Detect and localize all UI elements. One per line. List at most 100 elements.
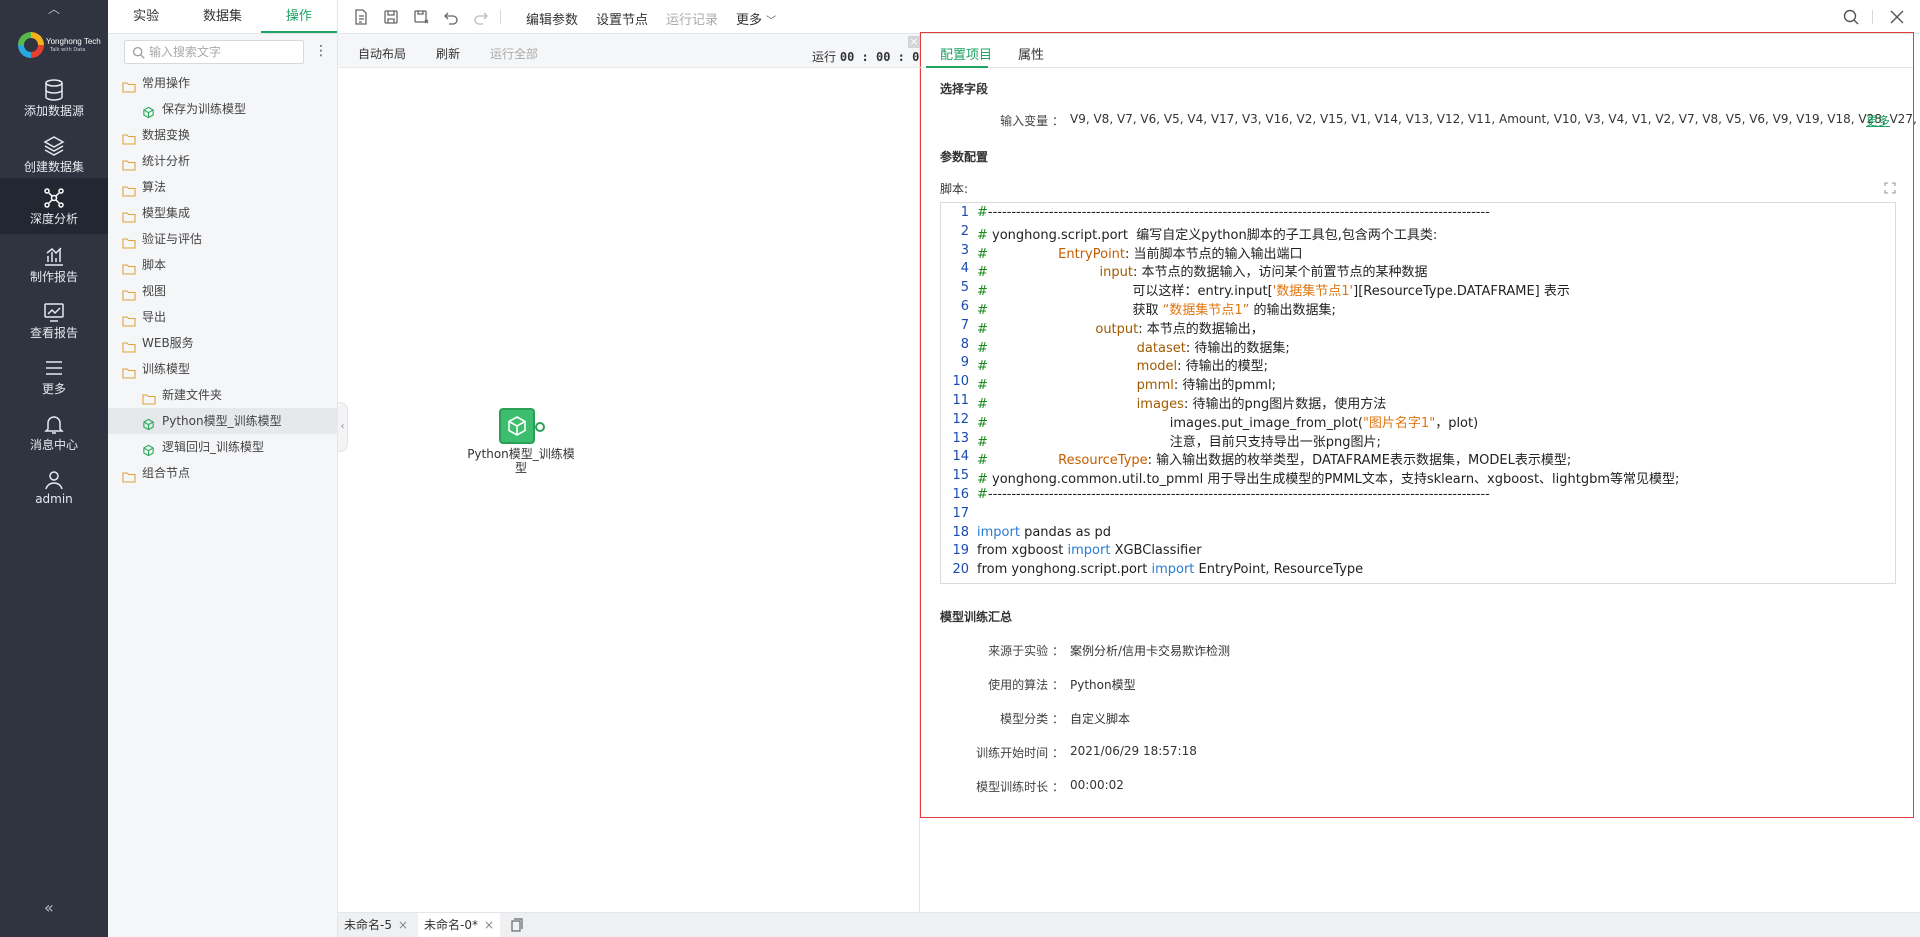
nav-item-deep-analysis[interactable]: 深度分析 <box>0 178 108 234</box>
code-line: # EntryPoint: 当前脚本节点的输入输出端口 <box>977 246 1303 262</box>
bell-icon <box>44 416 64 434</box>
experiment-canvas[interactable]: 自动布局 刷新 运行全部 运行 00 : 00 : 00 × ‹ Python模… <box>338 34 927 912</box>
chevron-down-icon: ﹀ <box>766 16 777 27</box>
line-number: 15 <box>952 468 969 484</box>
search-icon[interactable] <box>1842 8 1860 26</box>
tree-item[interactable]: Python模型_训练模型 <box>108 408 338 434</box>
top-toolbar: 编辑参数 设置节点 运行记录 更多 ﹀ <box>338 0 1920 34</box>
tab-experiment[interactable]: 实验 <box>108 0 184 33</box>
close-icon[interactable] <box>1888 8 1906 26</box>
undo-icon[interactable] <box>442 8 460 26</box>
code-line: #---------------------------------------… <box>977 487 1490 502</box>
nav-label: 制作报告 <box>29 270 78 284</box>
tree-folder[interactable]: 组合节点 <box>108 460 338 486</box>
set-node-button[interactable]: 设置节点 <box>596 9 648 28</box>
auto-layout-button[interactable]: 自动布局 <box>358 45 406 62</box>
active-tab-indicator <box>926 66 988 68</box>
tab-config-items[interactable]: 配置项目 <box>940 44 992 63</box>
tree-folder[interactable]: 验证与评估 <box>108 226 338 252</box>
close-icon[interactable]: × <box>484 918 494 932</box>
tree-folder[interactable]: 导出 <box>108 304 338 330</box>
copy-icon[interactable] <box>510 918 524 932</box>
chevron-up-icon[interactable]: ︿ <box>46 0 62 16</box>
nav-item-more[interactable]: 更多 <box>0 348 108 404</box>
run-log-button[interactable]: 运行记录 <box>666 9 718 28</box>
summary-value: Python模型 <box>1070 678 1136 692</box>
code-line: # model: 待输出的模型; <box>977 359 1269 375</box>
input-variables-value: V9, V8, V7, V6, V5, V4, V17, V3, V16, V2… <box>1070 112 1920 126</box>
operations-panel: 实验 数据集 操作 ⋮ 常用操作保存为训练模型数据变换统计分析算法模型集成验证与… <box>108 0 338 937</box>
python-model-node[interactable] <box>499 408 535 444</box>
tree-label: 算法 <box>142 180 167 194</box>
run-timer: 运行 00 : 00 : 00 <box>812 48 927 65</box>
line-number: 20 <box>952 562 969 578</box>
line-number: 13 <box>952 430 969 446</box>
tree-label: 验证与评估 <box>142 232 203 246</box>
toolbar-divider <box>500 10 501 24</box>
tab-operations[interactable]: 操作 <box>260 0 337 33</box>
tree-item[interactable]: 保存为训练模型 <box>108 96 338 122</box>
script-editor[interactable]: 1 #--------------------------------------… <box>940 202 1896 584</box>
tree-folder[interactable]: 脚本 <box>108 252 338 278</box>
edit-params-button[interactable]: 编辑参数 <box>526 9 578 28</box>
code-line: # pmml: 待输出的pmml; <box>977 378 1276 394</box>
database-icon <box>45 79 63 101</box>
doc-tab[interactable]: 未命名-5 × <box>338 913 414 937</box>
close-icon[interactable]: × <box>398 918 408 932</box>
tree-folder[interactable]: 训练模型 <box>108 356 338 382</box>
tab-dataset[interactable]: 数据集 <box>184 0 260 33</box>
save-icon[interactable] <box>382 8 400 26</box>
tree-folder[interactable]: 视图 <box>108 278 338 304</box>
more-dropdown[interactable]: 更多 ﹀ <box>736 9 776 28</box>
summary-key: 来源于实验 ： <box>988 644 1064 658</box>
code-line: # images: 待输出的png图片数据，使用方法 <box>977 397 1387 412</box>
collapse-panel-handle[interactable]: ‹ <box>338 402 348 452</box>
nav-item-add-datasource[interactable]: 添加数据源 <box>0 70 108 126</box>
tree-label: 视图 <box>142 284 167 298</box>
tree-item[interactable]: 逻辑回归_训练模型 <box>108 434 338 460</box>
code-line: # yonghong.common.util.to_pmml 用于导出生成模型的… <box>977 472 1680 488</box>
new-file-icon[interactable] <box>352 8 370 26</box>
tab-properties[interactable]: 属性 <box>1018 44 1044 63</box>
redo-icon[interactable] <box>472 8 490 26</box>
save-as-icon[interactable] <box>412 8 430 26</box>
tree-label: Python模型_训练模型 <box>162 414 282 428</box>
run-all-button[interactable]: 运行全部 <box>490 45 538 62</box>
nav-item-create-dataset[interactable]: 创建数据集 <box>0 126 108 182</box>
input-variables-label: 输入变量 ： <box>1000 114 1064 128</box>
nav-item-make-report[interactable]: 制作报告 <box>0 236 108 292</box>
tree-folder[interactable]: 新建文件夹 <box>108 382 338 408</box>
nav-item-view-report[interactable]: 查看报告 <box>0 292 108 348</box>
tree-folder[interactable]: 统计分析 <box>108 148 338 174</box>
user-icon <box>45 471 63 490</box>
nav-item-messages[interactable]: 消息中心 <box>0 404 108 460</box>
doc-tab-active[interactable]: 未命名-0* × <box>418 913 501 937</box>
section-select-fields: 选择字段 <box>940 82 989 96</box>
double-chevron-left-icon[interactable]: « <box>44 898 54 917</box>
tree-label: 组合节点 <box>142 466 191 480</box>
summary-value: 00:00:02 <box>1070 778 1124 792</box>
fullscreen-icon[interactable] <box>1884 182 1896 194</box>
node-output-port[interactable] <box>535 422 545 432</box>
refresh-button[interactable]: 刷新 <box>436 45 460 62</box>
more-fields-link[interactable]: 更多 <box>1866 112 1890 129</box>
tree-folder[interactable]: 数据变换 <box>108 122 338 148</box>
search-icon <box>132 46 145 59</box>
tree-label: 脚本 <box>142 258 167 272</box>
close-icon[interactable]: × <box>908 36 920 48</box>
tree-folder[interactable]: 模型集成 <box>108 200 338 226</box>
tree-folder[interactable]: 常用操作 <box>108 70 338 96</box>
network-icon <box>44 188 64 208</box>
toolbar-divider <box>1872 10 1873 24</box>
tree-label: 常用操作 <box>142 76 191 90</box>
summary-key: 模型分类 ： <box>1000 712 1064 726</box>
tree-folder[interactable]: WEB服务 <box>108 330 338 356</box>
logo-ring-icon <box>18 32 44 58</box>
kebab-menu-icon[interactable]: ⋮ <box>314 44 328 60</box>
tree-label: 导出 <box>142 310 167 324</box>
doc-tab-label: 未命名-5 <box>344 918 392 932</box>
search-input[interactable] <box>149 44 299 60</box>
cube-icon <box>508 416 526 436</box>
tree-folder[interactable]: 算法 <box>108 174 338 200</box>
nav-item-admin[interactable]: admin <box>0 460 108 516</box>
